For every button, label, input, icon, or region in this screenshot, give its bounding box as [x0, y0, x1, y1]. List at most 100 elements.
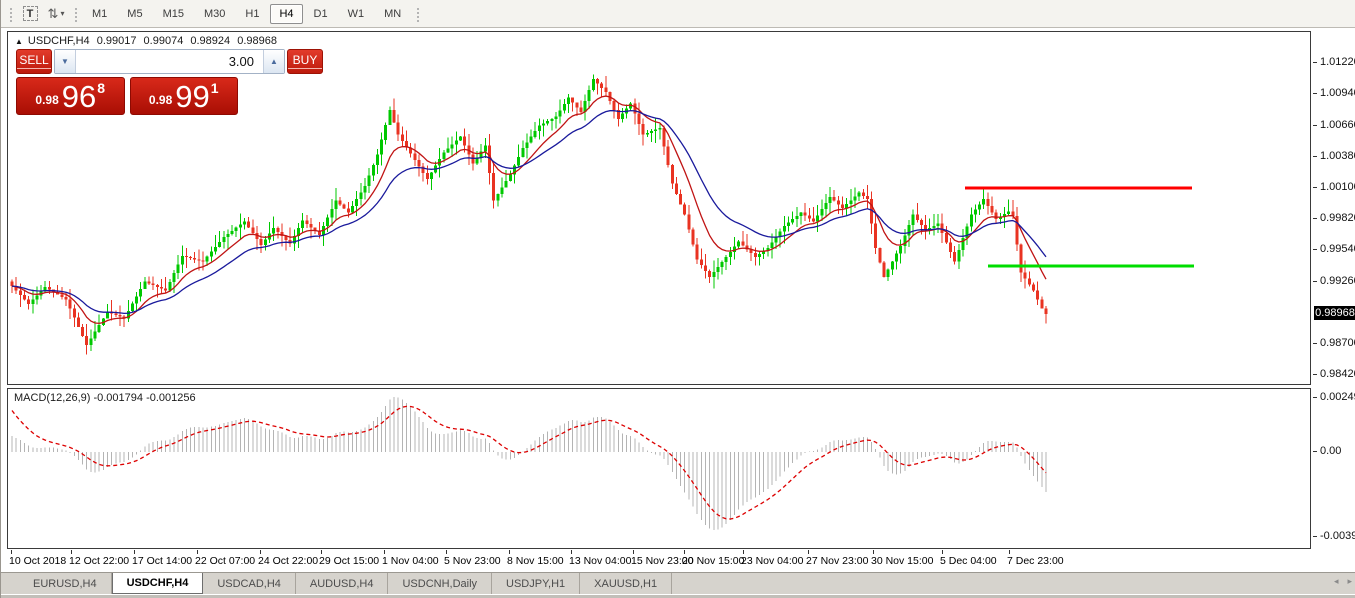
price-tick-label: 0.98420	[1320, 368, 1355, 380]
chart-tab-usdcad[interactable]: USDCAD,H4	[203, 573, 296, 594]
candle	[791, 219, 794, 222]
candle	[447, 148, 450, 152]
candle	[854, 196, 857, 200]
macd-chart-canvas[interactable]	[8, 389, 1310, 548]
time-tick	[509, 550, 510, 554]
candle	[571, 98, 574, 103]
candle	[663, 128, 666, 147]
chart-tab-xauusd[interactable]: XAUUSD,H1	[580, 573, 672, 594]
candle	[916, 215, 919, 220]
toolbar-grip[interactable]	[73, 6, 78, 22]
candle	[937, 224, 940, 226]
candle	[555, 117, 558, 119]
price-tick-label: 0.99260	[1320, 275, 1355, 287]
tab-scroll-left-icon[interactable]: ◂	[1334, 576, 1339, 587]
candle	[1024, 273, 1027, 279]
toolbar-grip[interactable]	[8, 6, 13, 22]
chart-tab-usdjpy[interactable]: USDJPY,H1	[492, 573, 580, 594]
buy-button[interactable]: BUY	[287, 49, 323, 74]
candle	[173, 273, 176, 282]
candle	[177, 265, 180, 274]
candle	[708, 271, 711, 277]
volume-input[interactable]	[76, 50, 263, 73]
axis-tick	[1313, 249, 1317, 250]
candle	[376, 155, 379, 165]
candle	[1045, 308, 1048, 314]
timeframe-button-m15[interactable]: M15	[154, 4, 193, 24]
macd-indicator-pane[interactable]: MACD(12,26,9) -0.001794 -0.001256	[7, 388, 1311, 549]
candle	[945, 233, 948, 243]
symbol-period-label: USDCHF,H4	[28, 35, 90, 47]
candle	[152, 283, 155, 285]
timeframe-button-m5[interactable]: M5	[118, 4, 151, 24]
candle	[725, 257, 728, 262]
axis-tick	[1313, 397, 1317, 398]
candle	[231, 231, 234, 234]
candle	[858, 193, 861, 197]
buy-price-prefix: 0.98	[149, 93, 172, 107]
candle	[206, 257, 209, 262]
candle	[808, 216, 811, 219]
timeframe-button-m1[interactable]: M1	[83, 4, 116, 24]
time-tick	[808, 550, 809, 554]
candle	[712, 272, 715, 277]
price-chart-pane[interactable]: ▲USDCHF,H4 0.99017 0.99074 0.98924 0.989…	[7, 31, 1311, 385]
time-tick-label: 12 Oct 22:00	[69, 555, 129, 567]
candle	[642, 124, 645, 134]
candle	[330, 209, 333, 218]
candle	[81, 327, 84, 336]
timeframe-button-d1[interactable]: D1	[305, 4, 337, 24]
candle	[517, 157, 520, 166]
candle	[978, 204, 981, 209]
timeframe-button-w1[interactable]: W1	[339, 4, 374, 24]
volume-stepper: ▼ ▲	[54, 49, 285, 74]
candle	[1020, 244, 1023, 272]
candle	[986, 199, 989, 206]
arrows-tool-button[interactable]: ⇅ ▾	[43, 3, 69, 25]
volume-decrease-button[interactable]: ▼	[55, 50, 76, 73]
timeframe-button-h4[interactable]: H4	[270, 4, 302, 24]
chart-tab-usdchf[interactable]: USDCHF,H4	[112, 573, 204, 594]
candle	[908, 225, 911, 235]
chart-tab-usdcnh[interactable]: USDCNH,Daily	[388, 573, 492, 594]
price-tick-label: 0.99540	[1320, 243, 1355, 255]
candle	[957, 250, 960, 262]
timeframe-button-m30[interactable]: M30	[195, 4, 234, 24]
candle	[272, 228, 275, 234]
candle	[683, 204, 686, 214]
candle	[770, 243, 773, 249]
chart-tab-audusd[interactable]: AUDUSD,H4	[296, 573, 389, 594]
axis-tick	[1313, 62, 1317, 63]
low-value: 0.98924	[190, 35, 230, 47]
toolbar-grip[interactable]	[415, 6, 420, 22]
candle	[260, 239, 263, 245]
candle	[658, 128, 661, 130]
candle	[991, 206, 994, 213]
candle	[804, 213, 807, 216]
macd-values-label: MACD(12,26,9) -0.001794 -0.001256	[14, 392, 196, 404]
candle	[667, 146, 670, 165]
collapse-triangle-icon[interactable]: ▲	[15, 37, 23, 46]
candle	[538, 126, 541, 132]
candle	[692, 230, 695, 245]
sell-button[interactable]: SELL	[16, 49, 52, 74]
candle	[588, 90, 591, 101]
candle	[650, 131, 653, 133]
buy-quote-box[interactable]: 0.98 99 1	[130, 77, 239, 115]
candle	[758, 254, 761, 257]
timeframe-button-mn[interactable]: MN	[375, 4, 410, 24]
axis-tick	[1313, 125, 1317, 126]
tab-strip: EURUSD,H4USDCHF,H4USDCAD,H4AUDUSD,H4USDC…	[19, 573, 672, 594]
candle	[621, 114, 624, 119]
candle	[334, 200, 337, 209]
volume-increase-button[interactable]: ▲	[263, 50, 284, 73]
candle	[247, 221, 250, 227]
chart-tab-eurusd[interactable]: EURUSD,H4	[19, 573, 112, 594]
candle	[359, 193, 362, 200]
tab-scroll-right-icon[interactable]: ▸	[1347, 576, 1352, 587]
text-label-tool-button[interactable]: T	[17, 3, 43, 25]
axis-tick	[1313, 451, 1317, 452]
sell-quote-box[interactable]: 0.98 96 8	[16, 77, 125, 115]
timeframe-button-h1[interactable]: H1	[236, 4, 268, 24]
candle	[741, 242, 744, 246]
